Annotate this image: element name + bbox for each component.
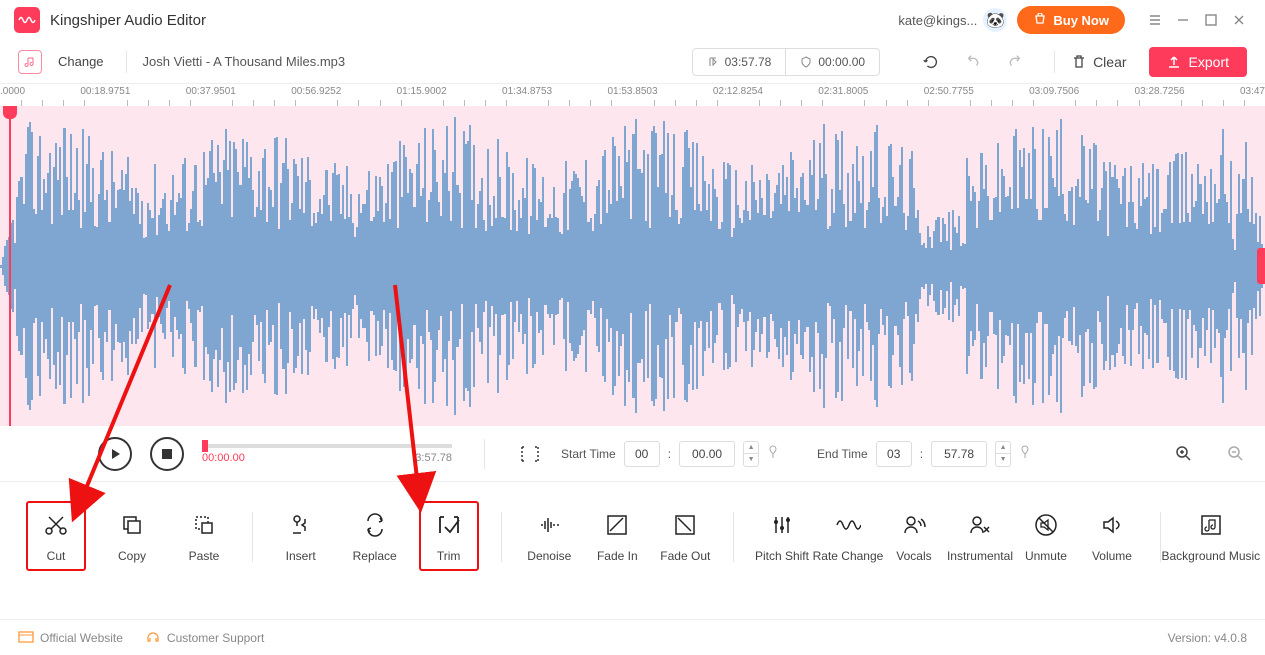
copy-icon [118,511,146,539]
instrumental-tool[interactable]: Instrumental [950,511,1010,563]
undo-icon[interactable] [962,51,984,73]
selection-icon[interactable] [517,441,543,467]
separator [1054,51,1055,73]
shield-time: 00:00.00 [785,49,879,75]
file-icon [18,50,42,74]
playback-controls: 00:00.00 3:57.78 Start Time : ▲▼ End Time… [0,426,1265,482]
waveform[interactable] [0,106,1265,426]
maximize-icon[interactable] [1199,8,1223,32]
end-time-group: End Time : ▲▼ [817,441,1031,467]
playhead[interactable] [3,106,17,119]
unmute-icon [1032,511,1060,539]
app-logo [14,7,40,33]
footer: Official Website Customer Support Versio… [0,619,1265,655]
tools-row: Cut Copy Paste Insert Replace Trim Denoi… [0,482,1265,592]
insert-icon [287,511,315,539]
seek-bar[interactable]: 00:00.00 3:57.78 [202,444,452,464]
fadein-icon [603,511,631,539]
pin-icon[interactable] [767,445,779,462]
volume-icon [1098,511,1126,539]
instrumental-icon [966,511,994,539]
start-spinner[interactable]: ▲▼ [743,441,759,467]
zoom-out-icon[interactable] [1225,443,1247,465]
denoise-icon [535,511,563,539]
minimize-icon[interactable] [1171,8,1195,32]
timeline-ruler[interactable]: 00:00.000000:18.975100:37.950100:56.9252… [0,84,1265,106]
total-duration: 03:57.78 [693,49,786,75]
redo-icon[interactable] [1004,51,1026,73]
start-hour-input[interactable] [624,441,660,467]
filename: Josh Vietti - A Thousand Miles.mp3 [143,54,346,69]
paste-icon [190,511,218,539]
insert-tool[interactable]: Insert [271,511,331,563]
play-button[interactable] [98,437,132,471]
export-button[interactable]: Export [1149,47,1247,77]
reload-icon[interactable] [920,51,942,73]
pitch-icon [768,511,796,539]
volume-tool[interactable]: Volume [1082,511,1142,563]
pitch-tool[interactable]: Pitch Shift [752,511,812,563]
start-sec-input[interactable] [679,441,735,467]
trim-icon [435,511,463,539]
menu-icon[interactable] [1143,8,1167,32]
replace-tool[interactable]: Replace [345,511,405,563]
rate-tool[interactable]: Rate Change [818,511,878,563]
vocals-icon [900,511,928,539]
replace-icon [361,511,389,539]
scissors-icon [42,511,70,539]
official-website-link[interactable]: Official Website [18,631,123,645]
rate-icon [834,511,862,539]
start-time-group: Start Time : ▲▼ [561,441,779,467]
trim-tool[interactable]: Trim [419,501,479,571]
avatar[interactable]: 🐼 [983,8,1007,32]
clear-button[interactable]: Clear [1071,54,1126,70]
end-marker[interactable] [1257,248,1265,284]
titlebar: Kingshiper Audio Editor kate@kings... 🐼 … [0,0,1265,40]
pin-icon[interactable] [1019,445,1031,462]
toolbar: Change Josh Vietti - A Thousand Miles.mp… [0,40,1265,84]
close-icon[interactable] [1227,8,1251,32]
change-button[interactable]: Change [52,54,110,69]
vocals-tool[interactable]: Vocals [884,511,944,563]
end-hour-input[interactable] [876,441,912,467]
end-spinner[interactable]: ▲▼ [995,441,1011,467]
user-email: kate@kings... [898,13,977,28]
paste-tool[interactable]: Paste [174,511,234,563]
stop-button[interactable] [150,437,184,471]
fadeout-tool[interactable]: Fade Out [655,511,715,563]
cut-tool[interactable]: Cut [26,501,86,571]
current-time: 00:00.00 [202,452,245,464]
music-icon [1197,511,1225,539]
app-title: Kingshiper Audio Editor [50,12,206,29]
zoom-in-icon[interactable] [1173,443,1195,465]
total-time: 3:57.78 [415,452,452,464]
buy-now-button[interactable]: Buy Now [1017,6,1125,34]
fadein-tool[interactable]: Fade In [587,511,647,563]
buy-now-label: Buy Now [1053,13,1109,28]
bgm-tool[interactable]: Background Music [1179,511,1243,563]
end-sec-input[interactable] [931,441,987,467]
copy-tool[interactable]: Copy [102,511,162,563]
denoise-tool[interactable]: Denoise [519,511,579,563]
support-link[interactable]: Customer Support [145,630,264,646]
version: Version: v4.0.8 [1168,631,1247,645]
fadeout-icon [671,511,699,539]
unmute-tool[interactable]: Unmute [1016,511,1076,563]
separator [126,51,127,73]
duration-box: 03:57.78 00:00.00 [692,48,880,76]
